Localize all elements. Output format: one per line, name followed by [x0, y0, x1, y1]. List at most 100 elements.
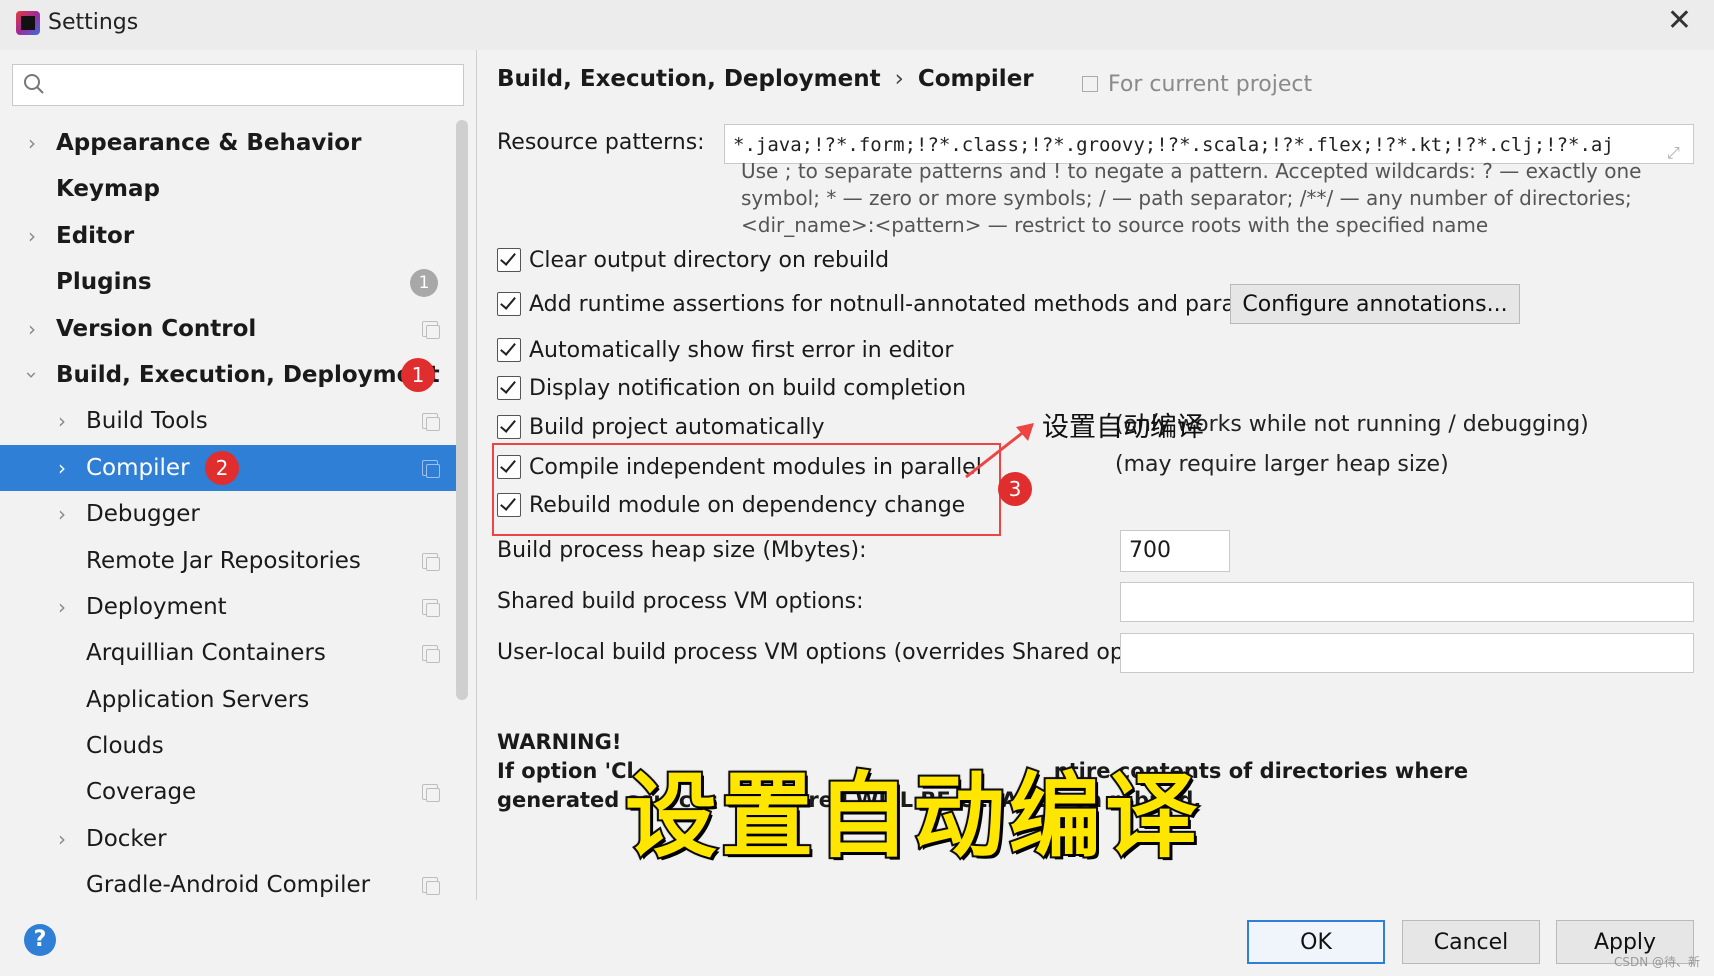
project-level-icon [422, 459, 440, 478]
sidebar-item-label: Appearance & Behavior [56, 130, 362, 156]
sidebar-item-label: Keymap [56, 176, 160, 203]
sidebar-item-label: Build, Execution, Deployment [56, 361, 440, 388]
chevron-down-icon[interactable]: › [9, 365, 55, 385]
user-vm-options-input[interactable] [1120, 633, 1694, 673]
sidebar-item-plugins[interactable]: Plugins 1 [0, 259, 466, 305]
build-automatically-checkbox[interactable] [497, 415, 521, 439]
sidebar-item-deployment[interactable]: › Deployment [0, 584, 466, 630]
resource-patterns-label: Resource patterns: [497, 130, 705, 155]
breadcrumb: Build, Execution, Deployment › Compiler [497, 66, 1034, 92]
checkbox-label: Clear output directory on rebuild [529, 248, 890, 273]
sidebar-item-remote-jar-repositories[interactable]: Remote Jar Repositories [0, 538, 466, 584]
update-count-badge: 1 [410, 269, 438, 298]
checkbox-label: Add runtime assertions for notnull-annot… [529, 292, 1313, 317]
user-vm-options-label: User-local build process VM options (ove… [497, 640, 1194, 665]
chevron-right-icon[interactable]: › [52, 398, 72, 444]
checkbox-label: Display notification on build completion [529, 376, 967, 401]
dialog-footer: ? OK Cancel Apply CSDN @待、新 [0, 900, 1714, 976]
show-first-error-checkbox[interactable] [497, 338, 521, 362]
chevron-right-icon[interactable]: › [22, 306, 42, 352]
breadcrumb-current: Compiler [917, 66, 1034, 92]
help-icon[interactable]: ? [24, 924, 56, 956]
sidebar-item-label: Plugins [56, 269, 152, 296]
project-level-icon [422, 552, 440, 571]
sidebar-scrollbar[interactable] [456, 120, 468, 700]
search-icon [24, 74, 44, 94]
scope-label: For current project [1082, 72, 1312, 97]
shared-vm-options-input[interactable] [1120, 582, 1694, 622]
scope-text: For current project [1108, 72, 1313, 97]
clear-output-checkbox[interactable] [497, 248, 521, 272]
project-level-icon [422, 645, 440, 664]
sidebar-item-label: Application Servers [86, 686, 310, 713]
sidebar-item-application-servers[interactable]: Application Servers [0, 677, 466, 723]
warning-line-start: If option 'Cl [497, 759, 634, 783]
sidebar-item-debugger[interactable]: › Debugger [0, 491, 466, 537]
resource-patterns-value: *.java;!?*.form;!?*.class;!?*.groovy;!?*… [733, 134, 1614, 156]
title-bar: Settings ✕ [0, 0, 1714, 50]
sidebar-item-label: Clouds [86, 733, 164, 760]
sidebar-item-version-control[interactable]: › Version Control [0, 306, 466, 352]
chevron-right-icon[interactable]: › [52, 816, 72, 862]
watermark: CSDN @待、新 [1613, 955, 1700, 969]
settings-tree: › Appearance & Behavior Keymap › Editor … [0, 120, 466, 909]
breadcrumb-parent[interactable]: Build, Execution, Deployment [497, 66, 881, 92]
heap-size-input[interactable]: 700 [1120, 530, 1230, 572]
sidebar-item-label: Build Tools [86, 408, 208, 435]
checkbox-label: Automatically show first error in editor [529, 338, 954, 363]
chevron-right-icon[interactable]: › [22, 213, 42, 259]
project-level-icon [422, 320, 440, 339]
project-level-icon [422, 598, 440, 617]
project-level-icon [422, 784, 440, 803]
heap-size-label: Build process heap size (Mbytes): [497, 538, 867, 563]
hint-line: <dir_name>:<pattern> — restrict to sourc… [741, 213, 1489, 237]
step-2-badge: 2 [205, 450, 239, 485]
shared-vm-options-label: Shared build process VM options: [497, 589, 864, 614]
sidebar-item-keymap[interactable]: Keymap [0, 166, 466, 212]
sidebar-item-arquillian-containers[interactable]: Arquillian Containers [0, 630, 466, 676]
sidebar-item-label: Editor [56, 222, 135, 249]
sidebar-item-label: Compiler [86, 454, 190, 481]
sidebar-item-label: Version Control [56, 315, 257, 342]
ok-button[interactable]: OK [1247, 920, 1385, 964]
expand-icon[interactable]: ⤢ [1667, 133, 1685, 162]
sidebar-item-clouds[interactable]: Clouds [0, 723, 466, 769]
settings-sidebar: › Appearance & Behavior Keymap › Editor … [0, 50, 477, 900]
resource-patterns-hint: Use ; to separate patterns and ! to nega… [741, 158, 1691, 239]
sidebar-item-editor[interactable]: › Editor [0, 213, 466, 259]
settings-window: Settings ✕ › Appearance & Behavior Keyma… [0, 0, 1714, 976]
hint-line: Use ; to separate patterns and ! to nega… [741, 159, 1642, 183]
configure-annotations-button[interactable]: Configure annotations... [1230, 284, 1520, 324]
sidebar-item-label: Coverage [86, 779, 197, 806]
cancel-button[interactable]: Cancel [1402, 920, 1540, 964]
sidebar-item-label: Debugger [86, 501, 200, 528]
sidebar-item-coverage[interactable]: Coverage [0, 769, 466, 815]
sidebar-item-build-execution-deployment[interactable]: › Build, Execution, Deployment 1 [0, 352, 466, 398]
step-1-badge: 1 [401, 357, 435, 392]
video-caption: 设置自动编译 [623, 761, 1202, 872]
project-level-icon [422, 413, 440, 432]
runtime-assertions-checkbox[interactable] [497, 292, 521, 316]
sidebar-item-appearance-behavior[interactable]: › Appearance & Behavior [0, 120, 466, 166]
sidebar-item-label: Deployment [86, 593, 227, 620]
arrow-icon [965, 423, 1034, 479]
chevron-right-icon[interactable]: › [52, 584, 72, 630]
checkbox-label: Build project automatically [529, 415, 825, 440]
chevron-right-icon[interactable]: › [52, 445, 72, 491]
compile-parallel-note: (may require larger heap size) [1115, 452, 1449, 477]
breadcrumb-separator: › [894, 66, 904, 92]
settings-search-input[interactable] [12, 64, 464, 106]
sidebar-item-docker[interactable]: › Docker [0, 816, 466, 862]
display-notification-checkbox[interactable] [497, 376, 521, 400]
project-level-icon [422, 877, 440, 896]
sidebar-item-label: Remote Jar Repositories [86, 547, 361, 574]
sidebar-item-label: Arquillian Containers [86, 640, 326, 667]
chevron-right-icon[interactable]: › [22, 120, 42, 166]
annotation-note: 设置自动编译 [1042, 412, 1204, 443]
hint-line: symbol; * — zero or more symbols; / — pa… [741, 186, 1632, 210]
sidebar-item-label: Docker [86, 825, 167, 852]
sidebar-item-compiler[interactable]: › Compiler 2 [0, 444, 466, 492]
close-icon[interactable]: ✕ [1667, 6, 1692, 36]
sidebar-item-build-tools[interactable]: › Build Tools [0, 398, 466, 444]
chevron-right-icon[interactable]: › [52, 491, 72, 537]
